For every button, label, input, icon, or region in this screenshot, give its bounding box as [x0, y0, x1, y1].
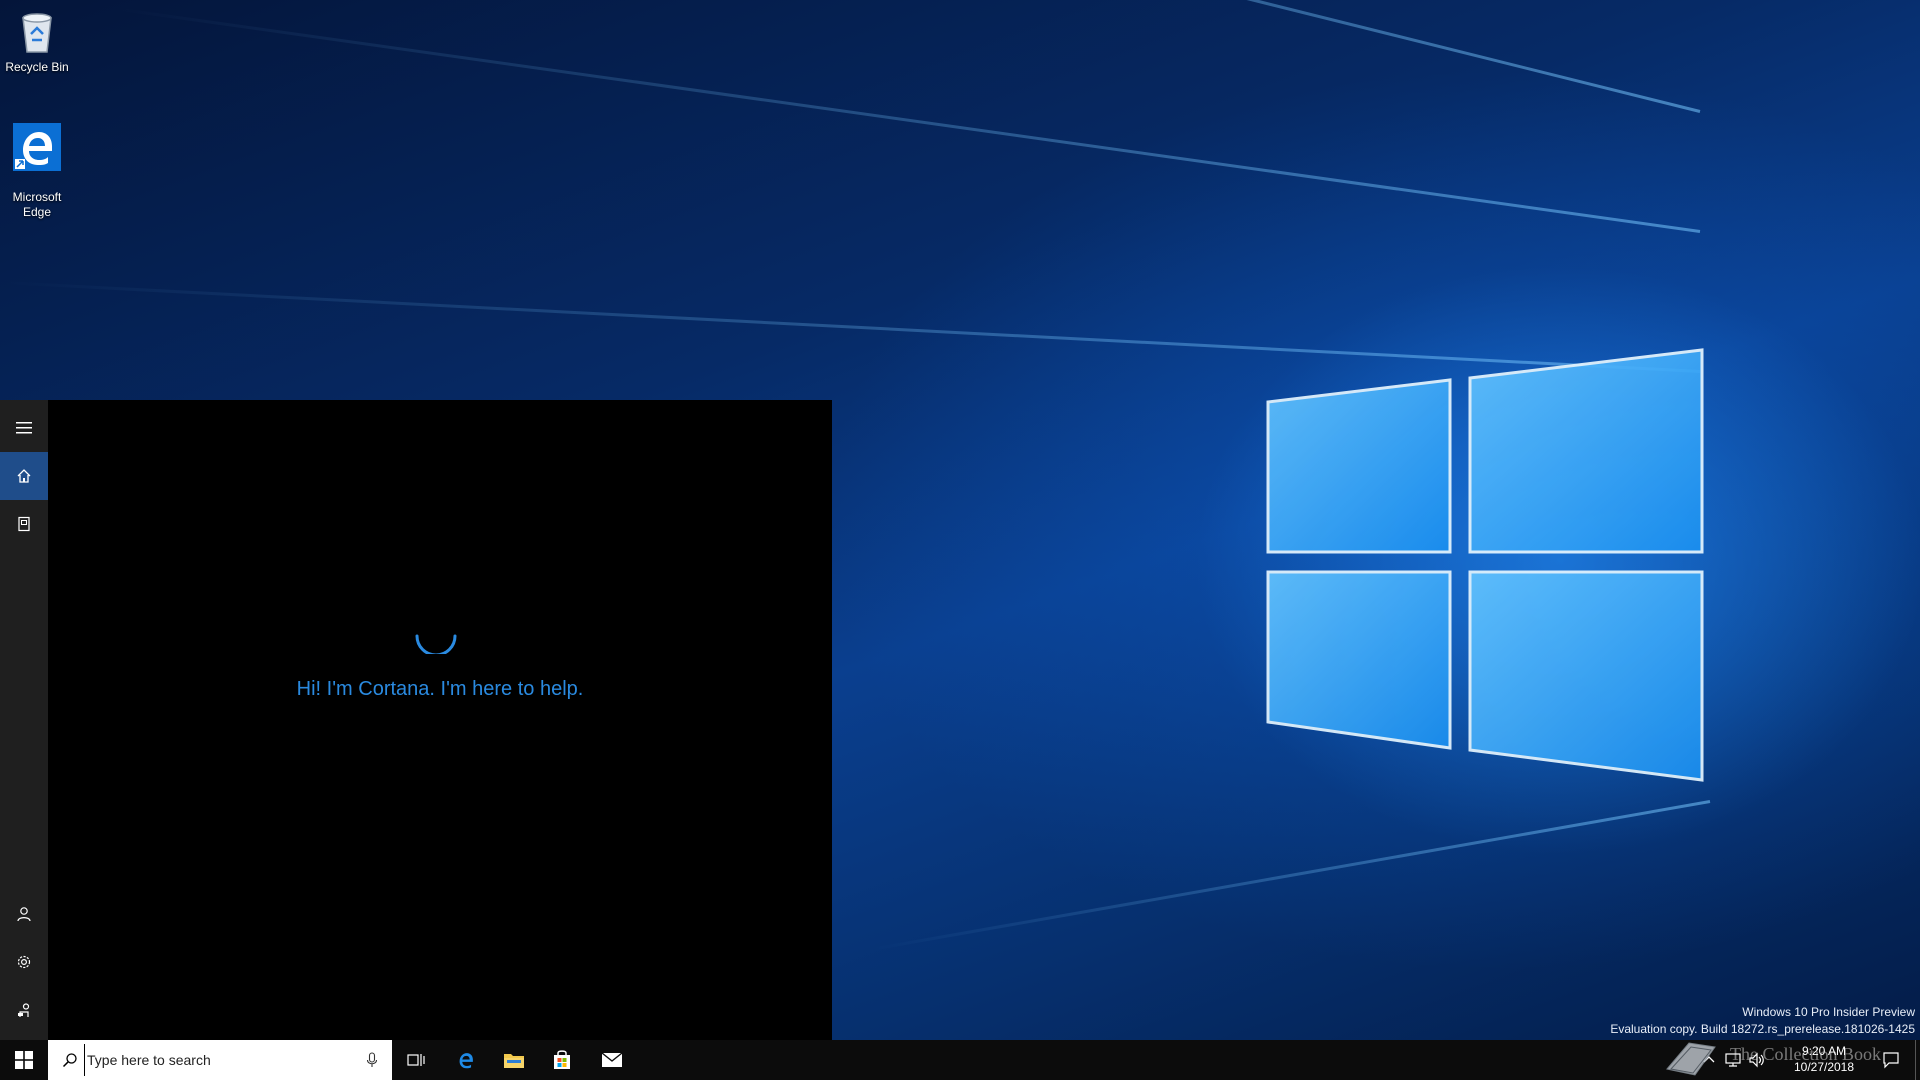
notebook-button[interactable]: [0, 500, 48, 548]
feedback-icon: [18, 1003, 30, 1017]
mail-icon: [601, 1052, 623, 1067]
taskbar-edge-button[interactable]: [442, 1040, 490, 1080]
account-icon: [17, 907, 31, 922]
home-button[interactable]: [0, 452, 48, 500]
taskbar-file-explorer-button[interactable]: [490, 1040, 538, 1080]
cortana-side-rail: [0, 400, 48, 1040]
desktop-icon-microsoft-edge[interactable]: Microsoft Edge: [0, 108, 74, 220]
file-explorer-icon: [504, 1054, 524, 1068]
taskbar: 9:20 AM 10/27/2018: [0, 1040, 1920, 1080]
desktop-icon-recycle-bin[interactable]: Recycle Bin: [0, 8, 74, 75]
cortana-panel: Hi! I'm Cortana. I'm here to help.: [0, 400, 832, 1040]
settings-button[interactable]: [0, 938, 48, 986]
wallpaper-light-ray: [872, 800, 1711, 951]
wallpaper-light-ray: [115, 7, 1701, 233]
wallpaper-light-ray: [341, 0, 1701, 113]
taskbar-search-box[interactable]: [48, 1040, 392, 1080]
store-icon: [554, 1050, 570, 1069]
edge-icon: [459, 1053, 473, 1069]
cortana-content: Hi! I'm Cortana. I'm here to help.: [48, 400, 832, 1040]
taskbar-mail-button[interactable]: [588, 1040, 636, 1080]
search-icon: [62, 1053, 77, 1068]
task-view-icon: [407, 1054, 425, 1066]
task-view-button[interactable]: [392, 1040, 440, 1080]
feedback-button[interactable]: [0, 986, 48, 1034]
account-button[interactable]: [0, 890, 48, 938]
edge-icon: [13, 123, 61, 171]
cortana-loading-ring-icon: [415, 634, 457, 654]
start-button[interactable]: [0, 1040, 48, 1080]
hamburger-menu-button[interactable]: [0, 404, 48, 452]
desktop-icon-label: Recycle Bin: [5, 60, 69, 74]
taskbar-store-button[interactable]: [538, 1040, 586, 1080]
settings-gear-icon: [17, 955, 31, 969]
home-icon: [17, 469, 31, 483]
windows-start-icon: [15, 1051, 33, 1069]
notebook-icon: [18, 516, 30, 532]
desktop-icon-label: Microsoft Edge: [12, 190, 62, 219]
microphone-icon[interactable]: [366, 1052, 378, 1068]
brand-watermark-text: The Collection Book: [1730, 1044, 1881, 1064]
show-desktop-button[interactable]: [1915, 1040, 1916, 1080]
recycle-bin-icon: [22, 13, 52, 53]
watermark-edition: Windows 10 Pro Insider Preview: [1742, 1005, 1915, 1019]
hamburger-menu-icon: [16, 422, 32, 434]
windows-logo-wallpaper: [1266, 348, 1704, 782]
search-input[interactable]: [84, 1044, 349, 1076]
cortana-greeting-text: Hi! I'm Cortana. I'm here to help.: [296, 678, 584, 700]
